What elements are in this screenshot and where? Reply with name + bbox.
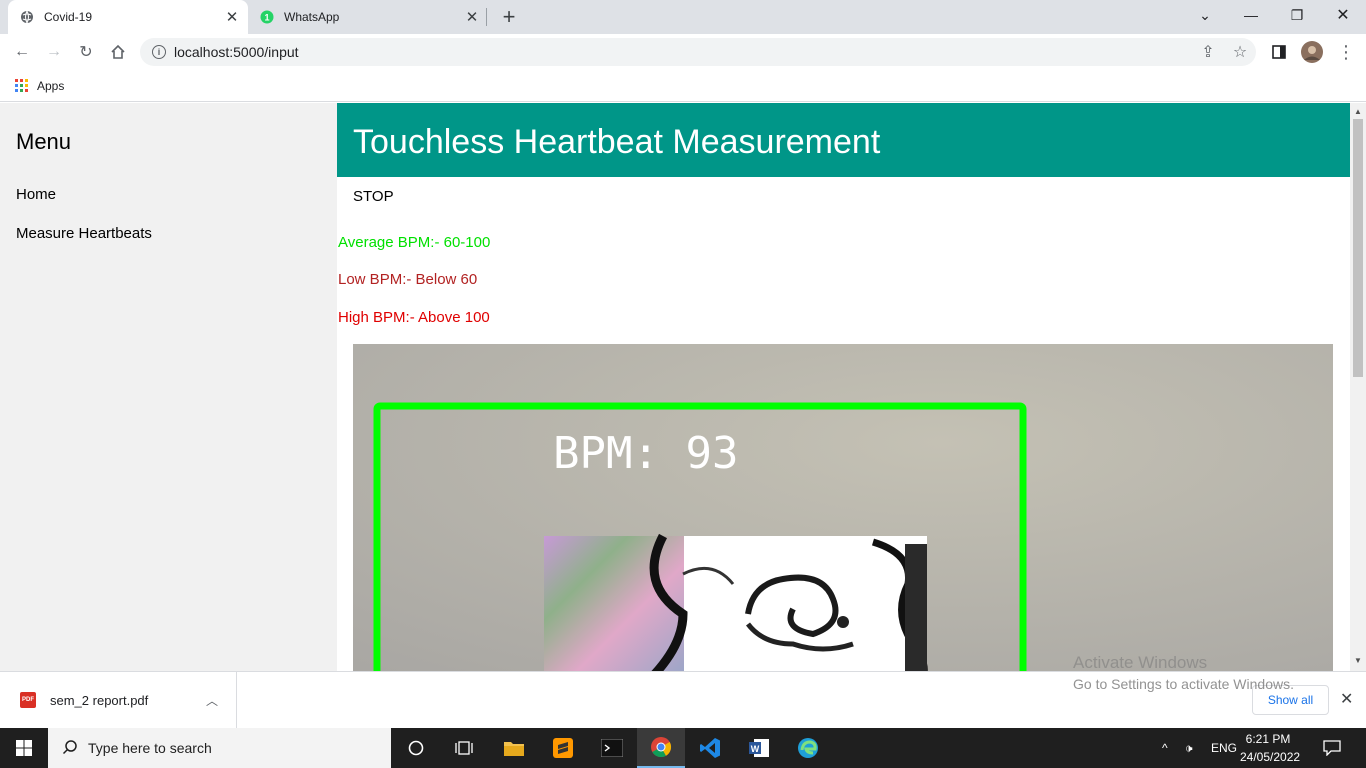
scrollbar-thumb[interactable] (1353, 119, 1363, 377)
apps-bookmark[interactable]: Apps (37, 79, 64, 93)
scroll-down-icon[interactable]: ▼ (1353, 656, 1363, 666)
average-bpm-text: Average BPM:- 60-100 (338, 234, 491, 251)
site-info-icon[interactable]: i (152, 45, 166, 59)
whatsapp-badge: 1 (264, 13, 269, 23)
file-explorer-icon[interactable] (490, 728, 538, 768)
activation-watermark-subtitle: Go to Settings to activate Windows. (1073, 676, 1294, 692)
chrome-icon[interactable] (637, 728, 685, 768)
task-view-icon[interactable] (440, 728, 488, 768)
page-viewport: Menu Home Measure Heartbeats Touchless H… (0, 103, 1350, 671)
notification-icon[interactable] (1323, 728, 1341, 768)
menu-title: Menu (16, 129, 72, 154)
sidebar: Menu Home Measure Heartbeats (0, 103, 337, 671)
webcam-feed: BPM: 93 (353, 344, 1333, 671)
close-tab-icon[interactable]: ✕ (462, 7, 482, 27)
apps-icon[interactable] (15, 79, 28, 92)
page-scrollbar[interactable]: ▲ ▼ (1350, 103, 1366, 671)
bpm-overlay: BPM: 93 (553, 428, 738, 479)
globe-icon (20, 10, 34, 24)
close-tab-icon[interactable]: ✕ (222, 7, 242, 27)
reload-icon[interactable]: ↻ (74, 40, 98, 64)
forehead-roi (544, 533, 928, 671)
download-item[interactable]: PDF sem_2 report.pdf ︿ (0, 672, 237, 728)
word-icon[interactable]: W (735, 728, 783, 768)
url-text: localhost:5000/input (174, 44, 299, 60)
terminal-icon[interactable] (588, 728, 636, 768)
search-placeholder: Type here to search (88, 740, 212, 756)
new-tab-button[interactable]: + (498, 4, 520, 30)
low-bpm-text: Low BPM:- Below 60 (338, 271, 478, 288)
tab-bar: Covid-19 ✕ 1 WhatsApp ✕ + ⌄ — ❐ ✕ (0, 0, 1366, 34)
tab-covid[interactable]: Covid-19 ✕ (8, 0, 248, 34)
tab-whatsapp[interactable]: 1 WhatsApp ✕ (248, 0, 488, 34)
high-bpm-text: High BPM:- Above 100 (338, 309, 490, 326)
system-clock[interactable]: 6:21 PM 24/05/2022 (1240, 730, 1301, 766)
pdf-icon: PDF (20, 692, 36, 708)
browser-toolbar: ← → ↻ i localhost:5000/input ⇪ ☆ ⋮ (0, 34, 1366, 70)
cortana-icon[interactable] (392, 728, 440, 768)
close-downloads-icon[interactable]: ✕ (1340, 689, 1353, 709)
scroll-up-icon[interactable]: ▲ (1353, 107, 1363, 117)
home-icon[interactable] (106, 40, 130, 64)
webcam-frame: BPM: 93 (353, 344, 1333, 671)
minimize-button[interactable]: — (1228, 0, 1274, 30)
show-hidden-icons[interactable]: ^ (1162, 728, 1168, 768)
tab-search-icon[interactable]: ⌄ (1182, 0, 1228, 30)
download-file-name: sem_2 report.pdf (50, 692, 149, 708)
volume-icon[interactable]: 🕩 (1185, 728, 1193, 768)
clock-time: 6:21 PM (1245, 732, 1291, 746)
taskbar-search-input[interactable]: Type here to search (48, 728, 391, 768)
page-title: Touchless Heartbeat Measurement (337, 103, 1350, 177)
side-panel-icon[interactable] (1267, 40, 1291, 64)
more-menu-icon[interactable]: ⋮ (1334, 40, 1358, 64)
bookmarks-bar: Apps (0, 70, 1366, 102)
sublime-text-icon[interactable] (539, 728, 587, 768)
windows-start-icon[interactable] (0, 728, 48, 768)
close-window-button[interactable]: ✕ (1320, 0, 1366, 30)
back-icon[interactable]: ← (10, 40, 34, 64)
language-indicator[interactable]: ENG (1211, 728, 1237, 768)
restore-button[interactable]: ❐ (1274, 0, 1320, 30)
tab-separator (486, 8, 487, 26)
bookmark-star-icon[interactable]: ☆ (1228, 40, 1252, 64)
avatar[interactable] (1300, 40, 1324, 64)
address-bar[interactable]: i localhost:5000/input (140, 38, 1256, 66)
share-icon[interactable]: ⇪ (1196, 40, 1220, 64)
sidebar-item-home[interactable]: Home (16, 186, 56, 203)
svg-text:W: W (751, 744, 760, 754)
windows-taskbar: Type here to search W ^ 🕩 ENG 6:21 PM 24… (0, 728, 1366, 768)
sidebar-item-measure-heartbeats[interactable]: Measure Heartbeats (16, 225, 152, 242)
forward-icon[interactable]: → (42, 40, 66, 64)
edge-icon[interactable] (784, 728, 832, 768)
clock-date: 24/05/2022 (1240, 750, 1301, 764)
search-icon (62, 739, 78, 758)
whatsapp-icon: 1 (260, 10, 274, 24)
activation-watermark-title: Activate Windows (1073, 653, 1208, 672)
tab-title: Covid-19 (44, 10, 93, 24)
stop-button[interactable]: STOP (353, 188, 394, 205)
tab-title: WhatsApp (284, 10, 340, 24)
vscode-icon[interactable] (686, 728, 734, 768)
chevron-up-icon[interactable]: ︿ (206, 692, 218, 709)
